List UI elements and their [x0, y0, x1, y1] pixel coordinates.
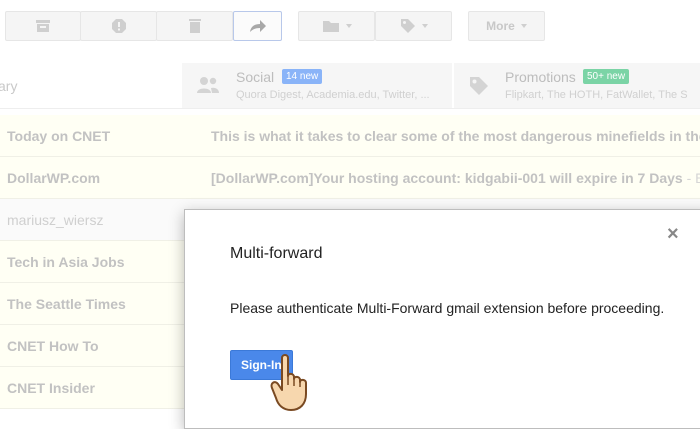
- move-to-button[interactable]: [298, 11, 375, 41]
- email-sender: CNET Insider: [7, 380, 95, 396]
- hand-pointer-cursor-icon: [270, 354, 307, 411]
- tag-icon: [470, 77, 488, 95]
- tab-promotions-label: Promotions: [505, 69, 576, 85]
- category-tabs: ary Social 14 new Quora Digest, Academia…: [0, 63, 700, 109]
- delete-button[interactable]: [156, 11, 233, 41]
- multi-forward-dialog: Multi-forward × Please authenticate Mult…: [184, 209, 700, 429]
- tab-primary[interactable]: ary: [0, 63, 181, 108]
- more-button[interactable]: More: [468, 11, 545, 41]
- chevron-down-icon: [421, 24, 428, 28]
- tab-social[interactable]: Social 14 new Quora Digest, Academia.edu…: [182, 63, 452, 108]
- forward-arrow-icon: [249, 20, 266, 32]
- email-row[interactable]: DollarWP.com [DollarWP.com]Your hosting …: [0, 157, 700, 199]
- archive-button[interactable]: [5, 11, 81, 41]
- email-row[interactable]: Today on CNET This is what it takes to c…: [0, 115, 700, 157]
- archive-icon: [36, 20, 50, 32]
- labels-button[interactable]: [375, 11, 452, 41]
- chevron-down-icon: [520, 24, 527, 28]
- forward-button[interactable]: [233, 11, 282, 41]
- email-subject-text: This is what it takes to clear some of t…: [211, 128, 700, 144]
- dialog-title: Multi-forward: [230, 245, 323, 262]
- email-subject: [DollarWP.com]Your hosting account: kidg…: [211, 170, 700, 186]
- report-spam-icon: [111, 19, 126, 33]
- toolbar: More: [0, 0, 700, 56]
- delete-icon: [188, 19, 201, 33]
- tab-promotions[interactable]: Promotions 50+ new Flipkart, The HOTH, F…: [454, 63, 700, 108]
- email-subject: This is what it takes to clear some of t…: [211, 128, 700, 144]
- email-sender: CNET How To: [7, 338, 99, 354]
- email-sender: Today on CNET: [7, 128, 111, 144]
- tab-promotions-snippet: Flipkart, The HOTH, FatWallet, The S: [505, 89, 688, 101]
- chevron-down-icon: [345, 24, 352, 28]
- email-sender: The Seattle Times: [7, 296, 126, 312]
- email-sender: Tech in Asia Jobs: [7, 254, 125, 270]
- email-subject-text: [DollarWP.com]Your hosting account: kidg…: [211, 170, 683, 186]
- email-sender: mariusz_wiersz: [7, 212, 104, 228]
- tab-promotions-badge: 50+ new: [583, 69, 630, 84]
- tab-social-snippet: Quora Digest, Academia.edu, Twitter, ...: [236, 89, 430, 101]
- folder-icon: [322, 21, 339, 32]
- close-icon[interactable]: ×: [667, 224, 679, 244]
- dialog-message: Please authenticate Multi-Forward gmail …: [230, 300, 665, 316]
- tab-social-badge: 14 new: [282, 69, 323, 84]
- email-snippet: - Ex: [686, 170, 700, 186]
- tab-primary-label: ary: [0, 78, 18, 94]
- report-spam-button[interactable]: [80, 11, 157, 41]
- people-icon: [197, 77, 219, 93]
- tab-social-label: Social: [236, 69, 275, 85]
- tag-icon: [400, 19, 415, 33]
- more-label: More: [486, 19, 515, 33]
- email-sender: DollarWP.com: [7, 170, 101, 186]
